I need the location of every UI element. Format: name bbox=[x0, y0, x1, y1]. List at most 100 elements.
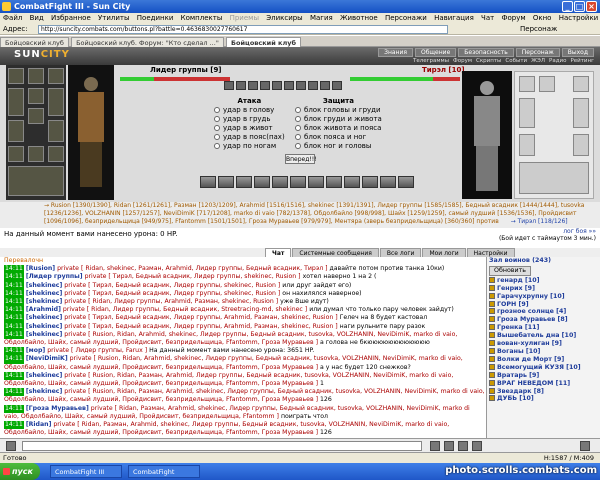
chat-author[interactable]: [shekinec] bbox=[26, 290, 62, 297]
clear-icon[interactable] bbox=[444, 441, 454, 451]
skill-icon[interactable] bbox=[326, 176, 342, 188]
chat-author[interactable]: [Гроза Муравьев] bbox=[26, 405, 89, 412]
radio-icon[interactable] bbox=[295, 107, 301, 113]
roster-player-name[interactable]: Гроза Муравьев [8] bbox=[497, 316, 568, 323]
effect-icon[interactable] bbox=[236, 81, 246, 90]
helmet-slot[interactable] bbox=[8, 68, 24, 84]
menu-sets[interactable]: Комплекты bbox=[181, 14, 223, 22]
skill-icon[interactable] bbox=[308, 176, 324, 188]
roster-player-name[interactable]: ДУБЬ [10] bbox=[497, 395, 534, 402]
attack-legs-option[interactable]: удар по ногам bbox=[214, 142, 285, 151]
effect-icon[interactable] bbox=[248, 81, 258, 90]
attack-groin-option[interactable]: удар в пояс(пах) bbox=[214, 133, 285, 142]
ring-slot[interactable] bbox=[28, 88, 44, 104]
weapon-slot[interactable] bbox=[8, 88, 24, 116]
skill-icon[interactable] bbox=[218, 176, 234, 188]
menu-settings[interactable]: Настройки bbox=[559, 14, 599, 22]
menu-view[interactable]: Вид bbox=[30, 14, 44, 22]
skill-icon[interactable] bbox=[254, 176, 270, 188]
radio-icon[interactable] bbox=[214, 107, 220, 113]
skill-icon[interactable] bbox=[272, 176, 288, 188]
roster-player[interactable]: вован-хулиган [9] bbox=[489, 340, 600, 348]
roster-player-name[interactable]: Вратарь [9] bbox=[497, 372, 539, 379]
roster-player[interactable]: Воганы [10] bbox=[489, 347, 600, 356]
subnav-forum[interactable]: Форум bbox=[453, 58, 472, 64]
effect-icon[interactable] bbox=[284, 81, 294, 90]
chat-author[interactable]: [Arahmid] bbox=[26, 306, 61, 313]
chat-recipients[interactable]: private [ Rusion, Ridan, Разман, Arahmid… bbox=[4, 388, 485, 403]
roster-player[interactable]: Гроза Муравьев [8] bbox=[489, 316, 600, 324]
roster-player-name[interactable]: ВРАГ НЕВЕДОМ [11] bbox=[497, 380, 570, 387]
subnav-rating[interactable]: Рейтинг bbox=[570, 58, 594, 64]
roster-player-name[interactable]: ГОРН [9] bbox=[497, 301, 529, 308]
chat-recipients[interactable]: private [ Лидер группы, Farux ] bbox=[47, 347, 147, 354]
chat-recipients[interactable]: private [ Тирэл, Бедный всадник, Лидер г… bbox=[85, 273, 301, 280]
skill-icon[interactable] bbox=[200, 176, 216, 188]
menu-file[interactable]: Файл bbox=[3, 14, 22, 22]
roster-player[interactable]: Звездарк [8] bbox=[489, 387, 600, 396]
block-legs-head-option[interactable]: блок ног и головы bbox=[295, 142, 382, 151]
roster-player-name[interactable]: грозное солнце [4] bbox=[497, 308, 566, 315]
block-stomach-belt-option[interactable]: блок живота и пояса bbox=[295, 124, 382, 133]
roster-player-name[interactable]: Гренка [11] bbox=[497, 324, 539, 331]
close-button[interactable]: × bbox=[586, 1, 597, 12]
chat-recipients[interactable]: private [ Ridan, shekinec, Разман, Arahm… bbox=[57, 265, 327, 272]
attack-head-option[interactable]: удар в голову bbox=[214, 106, 285, 115]
roster-player-name[interactable]: Генрих [9] bbox=[497, 285, 535, 292]
chat-input[interactable] bbox=[22, 441, 422, 451]
effect-icon[interactable] bbox=[320, 81, 330, 90]
block-head-chest-option[interactable]: блок головы и груди bbox=[295, 106, 382, 115]
smile-icon[interactable] bbox=[6, 441, 16, 451]
start-button[interactable]: пуск bbox=[0, 463, 40, 480]
roster-player[interactable]: ВРАГ НЕВЕДОМ [11] bbox=[489, 379, 600, 388]
filter-icon[interactable] bbox=[458, 441, 468, 451]
radio-icon[interactable] bbox=[295, 125, 301, 131]
amulet-slot[interactable] bbox=[28, 68, 44, 84]
chat-author[interactable]: [shekinec] bbox=[26, 323, 62, 330]
roster-player[interactable]: генард [10] bbox=[489, 276, 600, 285]
nav-knowledge[interactable]: Знания bbox=[378, 48, 413, 57]
roster-player-name[interactable]: генард [10] bbox=[497, 277, 539, 284]
boots-slot[interactable] bbox=[48, 146, 64, 162]
radio-icon[interactable] bbox=[295, 143, 301, 149]
skill-icon[interactable] bbox=[380, 176, 396, 188]
attack-stomach-option[interactable]: удар в живот bbox=[214, 124, 285, 133]
refresh-button[interactable]: Обновить bbox=[489, 265, 531, 276]
chat-recipients[interactable]: private [ Rusion, Ridan, Разман, Arahmid… bbox=[4, 372, 453, 387]
shield-slot[interactable] bbox=[48, 88, 64, 116]
effect-icon[interactable] bbox=[308, 81, 318, 90]
menu-characters[interactable]: Персонажи bbox=[385, 14, 427, 22]
chat-author[interactable]: [NeviDimiK] bbox=[26, 355, 68, 362]
skill-icon[interactable] bbox=[236, 176, 252, 188]
armor-slot[interactable] bbox=[8, 120, 24, 142]
translit-icon[interactable] bbox=[472, 441, 482, 451]
browser-tab-forum[interactable]: Бойцовский клуб. Форум: "Кто сделал ..." bbox=[71, 37, 224, 47]
taskbar-item-combatfight[interactable]: CombatFight bbox=[128, 465, 200, 478]
effect-icon[interactable] bbox=[260, 81, 270, 90]
roster-player[interactable]: Вышебатель дна [10] bbox=[489, 332, 600, 340]
roster-player[interactable]: Гренка [11] bbox=[489, 324, 600, 332]
character-button[interactable]: Персонаж bbox=[520, 24, 557, 35]
skill-icon[interactable] bbox=[344, 176, 360, 188]
subnav-radio[interactable]: Радио bbox=[549, 58, 566, 64]
chat-author[interactable]: [мор] bbox=[26, 347, 45, 354]
chat-recipients[interactable]: private [ Ridan, Разман, Arahmid, shekin… bbox=[4, 421, 449, 436]
radio-icon[interactable] bbox=[295, 134, 301, 140]
subnav-jel[interactable]: ЖЭЛ bbox=[531, 58, 545, 64]
chat-author[interactable]: [shekinec] bbox=[26, 298, 62, 305]
chat-author[interactable]: [shekinec] bbox=[26, 314, 62, 321]
taskbar-item-combatfight3[interactable]: CombatFight III bbox=[50, 465, 122, 478]
roster-player-name[interactable]: Волки де Морт [9] bbox=[497, 356, 564, 363]
send-icon[interactable] bbox=[430, 441, 440, 451]
chat-author[interactable]: [shekinec] bbox=[26, 331, 62, 338]
chat-author[interactable]: [Ridan] bbox=[26, 421, 52, 428]
skill-icon[interactable] bbox=[398, 176, 414, 188]
subnav-telegrams[interactable]: Телеграммы bbox=[413, 58, 449, 64]
roster-player-name[interactable]: Гарачухрупну [10] bbox=[497, 293, 565, 300]
menu-animal[interactable]: Животное bbox=[340, 14, 378, 22]
chat-recipients[interactable]: private [ Тирэл, Бедный всадник, Лидер г… bbox=[64, 282, 280, 289]
attack-chest-option[interactable]: удар в грудь bbox=[214, 115, 285, 124]
roster-player-name[interactable]: Воганы [10] bbox=[497, 348, 540, 355]
left-fighter-name[interactable]: Лидер группы [9] bbox=[150, 66, 222, 74]
block-belt-legs-option[interactable]: блок пояса и ног bbox=[295, 133, 382, 142]
